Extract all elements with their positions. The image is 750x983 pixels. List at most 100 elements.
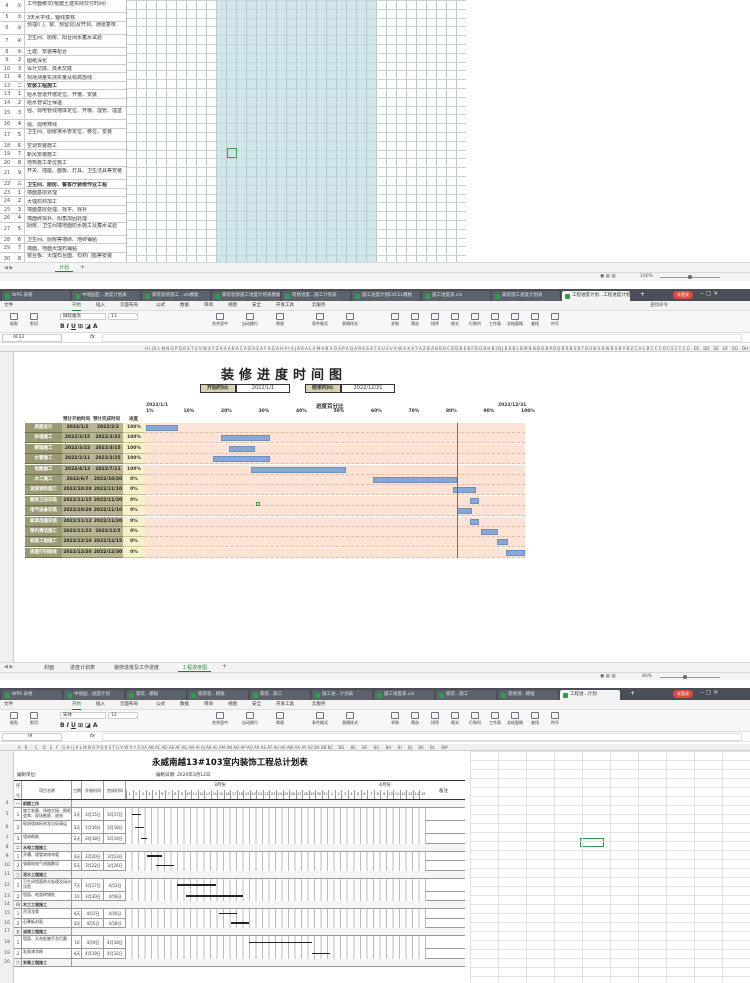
start-value[interactable]: 2022/1/1	[236, 384, 290, 393]
document-tab[interactable]: 中地园...进度计划	[64, 690, 124, 700]
login-badge[interactable]: 未登录	[673, 690, 693, 698]
document-tab[interactable]: 家装装修施工...xls模板	[142, 291, 210, 301]
task-bar[interactable]	[469, 497, 480, 504]
menu-8[interactable]: 安全	[252, 701, 261, 709]
ribbon-button[interactable]: 格式	[445, 712, 465, 726]
ribbon-button[interactable]: 自动换行	[240, 313, 260, 327]
task-bar[interactable]	[146, 425, 179, 431]
document-tab[interactable]: 施工进度表.xls	[422, 291, 490, 301]
task-bar[interactable]	[221, 435, 271, 442]
ribbon-button[interactable]: 合并居中	[210, 712, 230, 726]
schedule-bar[interactable]	[186, 895, 243, 897]
sheet-tab-3[interactable]: 工程进度图	[178, 664, 212, 672]
gantt-row[interactable]: 家具电器安装 2022/11/12 2022/11/20 0%	[25, 516, 525, 527]
schedule-bar[interactable]	[249, 941, 312, 943]
plan-row[interactable]: 二水电工程施工	[14, 843, 465, 852]
plan-row[interactable]: 三泥水工程施工	[14, 870, 465, 879]
task-bar[interactable]	[456, 508, 472, 515]
schedule-bar[interactable]	[135, 826, 144, 828]
document-tab[interactable]: 家装施工进度计划表	[492, 291, 560, 301]
gantt-row[interactable]: 拆墙施工 2022/3/15 2022/3/31 100%	[25, 433, 525, 444]
formula-input[interactable]	[102, 334, 742, 342]
menu-0[interactable]: 文件	[4, 302, 13, 310]
ribbon-button[interactable]: 常规	[270, 712, 290, 726]
table-row[interactable]: 16 4 强、弱电穿线	[0, 120, 126, 129]
menu-6[interactable]: 审阅	[204, 302, 213, 310]
gantt-row[interactable]: 水管施工 2022/2/11 2022/3/25 100%	[25, 454, 525, 465]
menu-4[interactable]: 公式	[156, 302, 165, 310]
ribbon-button[interactable]: 格式	[445, 313, 465, 327]
bold-italic-underline[interactable]: B I U ⊞ ◪ A	[60, 323, 97, 330]
nav-arrows-icon[interactable]: ◀ ▶	[4, 265, 13, 271]
menu-2[interactable]: 插入	[96, 701, 105, 709]
ribbon-button[interactable]: 筛选	[405, 313, 425, 327]
schedule-bar[interactable]	[231, 922, 249, 924]
new-tab-icon[interactable]: +	[630, 690, 635, 697]
schedule-bar[interactable]	[156, 864, 174, 867]
table-row[interactable]: 23 1 墙面基层处理	[0, 188, 126, 197]
table-row[interactable]: 18 6 空调安装施工	[0, 141, 126, 150]
sheet-tab-2[interactable]: 装修进度及工作进度	[110, 664, 163, 672]
sheet-tab-plan[interactable]: 计划	[55, 264, 74, 272]
ribbon-button[interactable]: 粘贴	[4, 313, 24, 327]
task-bar[interactable]	[373, 477, 457, 483]
menu-4[interactable]: 公式	[156, 701, 165, 709]
document-tab[interactable]: 家装装修施工进度计划表模板	[212, 291, 280, 301]
menu-6[interactable]: 审阅	[204, 701, 213, 709]
document-tab[interactable]: 中地园区...进度计划表	[72, 291, 140, 301]
plan-row[interactable]: 1 卫生间墙面防水处理及闭水试验 7天 3月27日 4月2日	[14, 878, 465, 892]
document-tab[interactable]: 家装...施工	[436, 690, 496, 700]
table-row[interactable]: 24 2 大理石材加工	[0, 197, 126, 206]
ribbon-button[interactable]: 行和列	[465, 313, 485, 327]
ribbon-button[interactable]: 剪切	[24, 313, 44, 327]
ribbon-button[interactable]: 查找	[525, 712, 545, 726]
sheet-tab-0[interactable]: 封面	[40, 664, 58, 672]
menu-10[interactable]: 云服务	[312, 701, 326, 709]
plan-row[interactable]: 1 开槽、埋管穿线布管 4天 3月20日 3月23日	[14, 851, 465, 861]
table-row[interactable]: 8 ⑤ 土建、安装等配合	[0, 47, 126, 56]
gantt-row[interactable]: 房屋打扫验收 2022/12/20 2022/12/30 0%	[25, 547, 525, 558]
schedule-bar[interactable]	[312, 952, 330, 955]
gantt-row[interactable]: 电路施工 2022/4/12 2022/7/11 100%	[25, 464, 525, 475]
task-bar[interactable]	[469, 518, 480, 525]
ribbon-button[interactable]: 行和列	[465, 712, 485, 726]
menu-0[interactable]: 文件	[4, 701, 13, 709]
table-row[interactable]: 21 9 开关、插座、面板、灯具、卫生洁具等安装	[0, 167, 126, 180]
table-row[interactable]: 15 3 强、弱电管线墙体定位、开槽、埋管、埋盒	[0, 107, 126, 120]
gantt-row[interactable]: 厨房卫浴安装 2022/11/15 2022/11/20 0%	[25, 495, 525, 506]
schedule-bar[interactable]	[141, 837, 147, 840]
selected-cell[interactable]	[256, 502, 260, 506]
table-row[interactable]: 17 5 卫生间、厨房排水管定位、移位、安装	[0, 128, 126, 142]
search-command[interactable]: 查找命令	[650, 302, 668, 308]
name-box[interactable]: I9	[2, 733, 62, 741]
document-tab[interactable]: 施工进...计划表	[312, 690, 372, 700]
menu-1[interactable]: 开始	[72, 701, 81, 710]
document-tab[interactable]: 工程进度计划...工程进度计划	[562, 291, 630, 301]
ribbon-button[interactable]: 排序	[425, 313, 445, 327]
plan-row[interactable]: 1 施工准备、场地交接、图纸会审、现场勘察、放线 3天 3月15日 3月17日	[14, 808, 465, 821]
ribbon-button[interactable]: 表格样式	[340, 712, 360, 726]
table-row[interactable]: 6 ③ 预埋(门、窗、预留洞)及开洞、通道复核	[0, 21, 126, 35]
plan-row[interactable]: 1墙面、天花批腻子及打磨10天4月9日4月18日	[14, 936, 465, 949]
zoom-thumb[interactable]	[688, 275, 692, 279]
app-tab[interactable]: WPS 表格	[2, 291, 70, 301]
ribbon-button[interactable]: 工作表	[485, 712, 505, 726]
menu-8[interactable]: 安全	[252, 302, 261, 310]
ribbon-button[interactable]: 求和	[385, 712, 405, 726]
menu-5[interactable]: 数据	[180, 302, 189, 310]
schedule-bar[interactable]	[147, 855, 162, 857]
table-row[interactable]: 11 4 现场测量实测实量及标高放线	[0, 73, 126, 82]
ribbon-button[interactable]: 常规	[270, 313, 290, 327]
gantt-row[interactable]: 房屋设计 2022/1/2 2022/2/2 100%	[25, 423, 525, 433]
plan-row[interactable]: 六安装工程施工	[14, 958, 465, 967]
schedule-bar[interactable]	[177, 884, 216, 886]
table-row[interactable]: 19 7 新风安装施工	[0, 150, 126, 159]
ribbon-button[interactable]: 合并居中	[210, 313, 230, 327]
font-size-select[interactable]: 11	[108, 313, 138, 320]
table-row[interactable]: 5 ② 3天水平线，轴线复核	[0, 13, 126, 22]
document-tab[interactable]: 施工进度表.xls	[374, 690, 434, 700]
document-tab[interactable]: 装修进...模板	[498, 690, 558, 700]
table-row[interactable]: 25 3 墙面基层处理、找平、找补	[0, 205, 126, 214]
ribbon-button[interactable]: 剪切	[24, 712, 44, 726]
menu-9[interactable]: 开发工具	[276, 701, 294, 709]
